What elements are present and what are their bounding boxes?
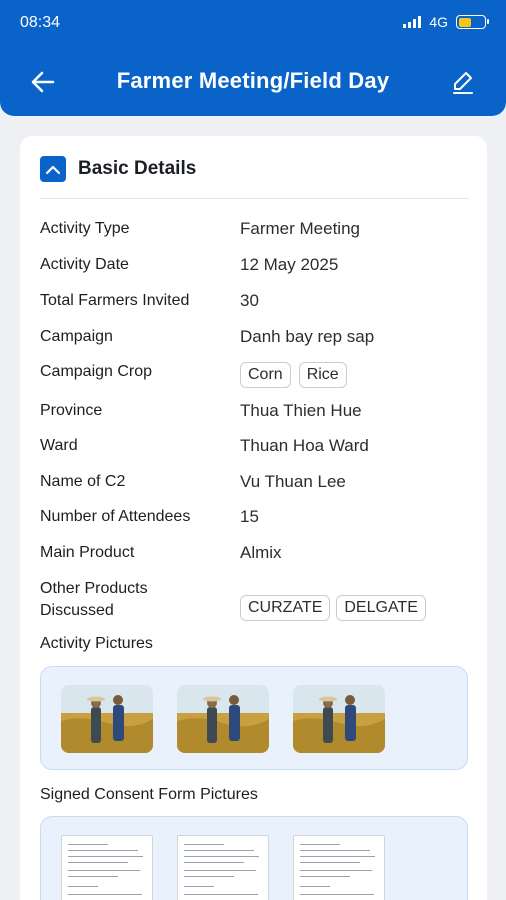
- detail-value: Farmer Meeting: [240, 219, 360, 238]
- crop-chips: Corn Rice: [240, 362, 355, 388]
- detail-label: Ward: [40, 437, 78, 454]
- consent-pictures-label: Signed Consent Form Pictures: [40, 786, 258, 803]
- crop-chip: Rice: [298, 362, 347, 388]
- section-title: Basic Details: [78, 158, 197, 179]
- product-chip: CURZATE: [240, 595, 331, 621]
- consent-pictures-gallery: [40, 816, 468, 900]
- detail-value: 12 May 2025: [240, 255, 339, 274]
- detail-label-line: Other Products: [40, 580, 148, 597]
- detail-label: Other Products Discussed: [40, 578, 230, 622]
- detail-label: Total Farmers Invited: [40, 292, 190, 309]
- signal-icon: [403, 16, 422, 28]
- page-title: Farmer Meeting/Field Day: [116, 68, 390, 93]
- detail-label: Activity Date: [40, 256, 129, 273]
- activity-pictures-gallery: [40, 666, 468, 770]
- detail-label: Campaign: [40, 328, 113, 345]
- detail-label: Province: [40, 402, 103, 419]
- detail-value: Danh bay rep sap: [240, 327, 375, 346]
- basic-details-card: Basic Details Activity Type Farmer Meeti…: [20, 136, 487, 900]
- activity-photo[interactable]: [293, 685, 385, 753]
- chevron-up-icon: [40, 156, 66, 182]
- consent-form-photo[interactable]: [177, 835, 269, 900]
- detail-value: 30: [240, 291, 259, 310]
- detail-value: Thuan Hoa Ward: [240, 436, 369, 455]
- activity-photo[interactable]: [177, 685, 269, 753]
- product-chips: CURZATE DELGATE: [240, 595, 434, 621]
- product-chip: DELGATE: [336, 595, 426, 621]
- pencil-icon: [453, 72, 473, 94]
- status-time: 08:34: [20, 14, 61, 31]
- app-header: 08:34 4G Farmer Meeting/Field Day: [0, 0, 506, 116]
- detail-value: Thua Thien Hue: [240, 401, 362, 420]
- header-row: Farmer Meeting/Field Day: [0, 58, 506, 106]
- detail-label: Name of C2: [40, 473, 126, 490]
- consent-form-photo[interactable]: [61, 835, 153, 900]
- detail-value: Almix: [240, 543, 282, 562]
- detail-label: Campaign Crop: [40, 363, 153, 380]
- detail-label: Main Product: [40, 544, 135, 561]
- detail-label-line: Discussed: [40, 602, 114, 619]
- activity-photo[interactable]: [61, 685, 153, 753]
- detail-value: Vu Thuan Lee: [240, 472, 346, 491]
- detail-label: Activity Type: [40, 220, 130, 237]
- detail-value: 15: [240, 507, 259, 526]
- network-type: 4G: [429, 14, 448, 30]
- status-indicators: 4G: [403, 14, 489, 30]
- crop-chip: Corn: [240, 362, 291, 388]
- basic-details-toggle[interactable]: Basic Details: [40, 156, 196, 182]
- consent-form-photo[interactable]: [293, 835, 385, 900]
- activity-pictures-label: Activity Pictures: [40, 635, 153, 652]
- battery-icon: [456, 15, 489, 29]
- edit-button[interactable]: [450, 68, 476, 96]
- detail-label: Number of Attendees: [40, 508, 191, 525]
- divider: [40, 198, 469, 199]
- status-bar: 08:34 4G: [0, 0, 506, 46]
